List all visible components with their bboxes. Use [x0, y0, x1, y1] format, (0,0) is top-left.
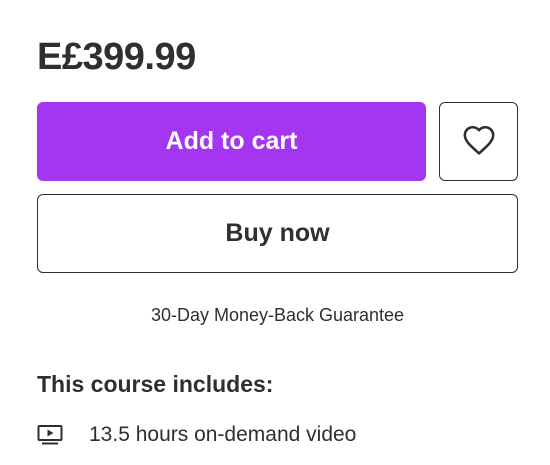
heart-icon [462, 124, 496, 159]
buy-now-button[interactable]: Buy now [37, 194, 518, 273]
wishlist-button[interactable] [439, 102, 518, 181]
include-item-label: 13.5 hours on-demand video [89, 423, 357, 446]
includes-heading: This course includes: [37, 371, 274, 397]
video-icon [37, 424, 63, 446]
include-item-video: 13.5 hours on-demand video [37, 420, 356, 450]
course-price: E£399.99 [37, 36, 196, 78]
add-to-cart-button[interactable]: Add to cart [37, 102, 426, 181]
money-back-guarantee: 30-Day Money-Back Guarantee [150, 305, 405, 325]
